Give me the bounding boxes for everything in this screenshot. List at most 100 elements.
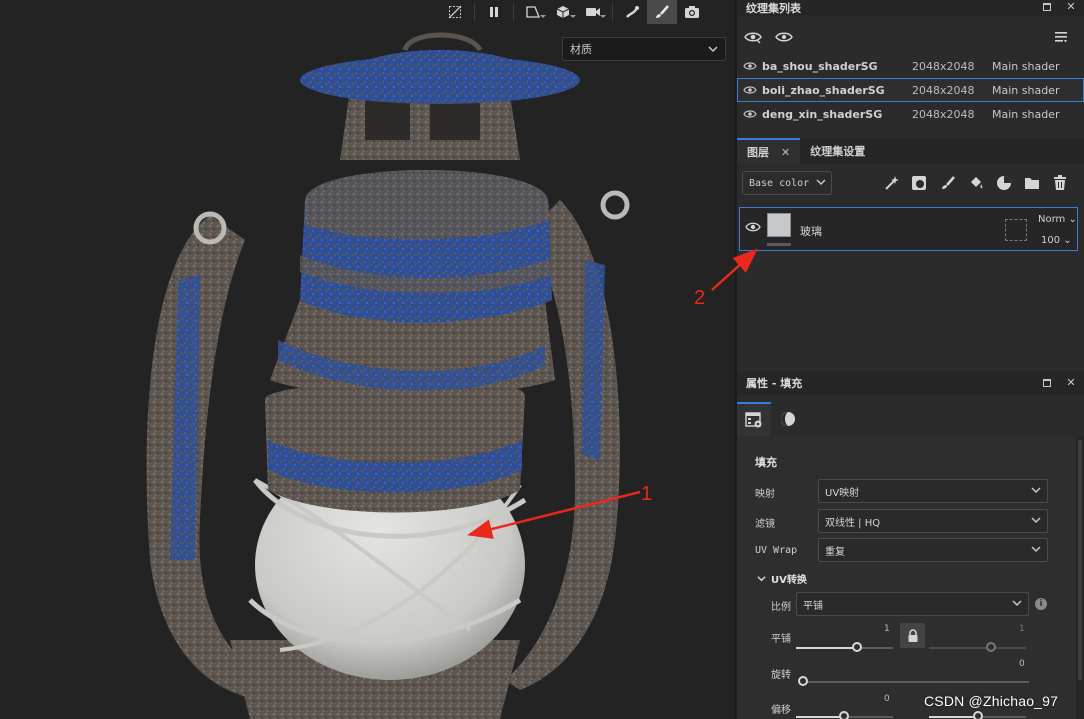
pause-icon[interactable] — [479, 0, 509, 24]
add-mask-icon[interactable] — [910, 174, 928, 192]
mapping-select[interactable]: UV映射 — [818, 479, 1048, 503]
close-tab-icon[interactable]: ✕ — [781, 146, 790, 159]
tile-v-slider-handle[interactable] — [986, 642, 996, 652]
tile-u-slider-fill — [796, 647, 856, 649]
add-paint-layer-icon[interactable] — [939, 174, 957, 192]
layer-mask-slot[interactable] — [1005, 219, 1027, 241]
uv-wrap-value: 重复 — [825, 546, 845, 558]
offset-label: 偏移 — [771, 705, 791, 716]
material-select-label: 材质 — [570, 43, 592, 56]
paintbrush-icon[interactable] — [647, 0, 677, 24]
filter-select[interactable]: 双线性 | HQ — [818, 509, 1048, 533]
scale-mode-select[interactable]: 平铺 — [796, 592, 1029, 616]
folder-icon[interactable] — [1023, 174, 1041, 192]
chevron-down-icon — [1031, 485, 1041, 498]
info-icon[interactable]: i — [1035, 598, 1047, 610]
offset-v-slider-handle[interactable] — [973, 711, 983, 719]
texture-set-row[interactable]: deng_xin_shaderSG 2048x2048 Main shader — [737, 102, 1084, 126]
offset-u-slider-handle[interactable] — [839, 711, 849, 719]
scale-mode-value: 平铺 — [803, 600, 823, 612]
chevron-down-icon — [1031, 515, 1041, 528]
material-sphere-icon — [781, 412, 795, 426]
layers-tab-bar: 图层 ✕ 纹理集设置 — [737, 138, 1084, 164]
add-smart-material-icon[interactable] — [995, 174, 1013, 192]
material-select[interactable]: 材质 — [562, 37, 726, 61]
scale-label: 比例 — [771, 602, 791, 613]
lantern-render — [146, 32, 630, 719]
blend-mode-value: Norm — [1038, 214, 1066, 225]
texture-set-shader: Main shader — [992, 83, 1060, 97]
fill-section-heading: 填充 — [755, 456, 777, 469]
3d-viewport[interactable]: 材质 — [0, 0, 735, 719]
tab-layers-label: 图层 — [747, 146, 769, 159]
eye-icon[interactable] — [775, 30, 793, 47]
add-effect-wand-icon[interactable] — [883, 174, 901, 192]
uv-wrap-select[interactable]: 重复 — [818, 538, 1048, 562]
uv-wrap-label: UV Wrap — [755, 545, 798, 556]
tab-fill-settings[interactable] — [737, 402, 771, 436]
cube-icon[interactable] — [548, 0, 578, 24]
tile-u-slider-handle[interactable] — [852, 642, 862, 652]
opacity-select[interactable]: 100 ⌄ — [1041, 235, 1072, 246]
offset-u-slider-fill — [796, 716, 840, 718]
tab-material[interactable] — [771, 402, 805, 436]
layer-row[interactable]: 玻璃 Norm ⌄ 100 ⌄ — [739, 207, 1078, 251]
video-icon[interactable] — [578, 0, 608, 24]
texture-set-name: boli_zhao_shaderSG — [762, 83, 885, 97]
uv-transform-heading[interactable]: UV转换 — [771, 571, 807, 586]
channel-select-value: Base color — [749, 177, 810, 189]
screenshot-icon[interactable] — [677, 0, 707, 24]
chevron-down-icon — [1012, 598, 1022, 611]
texture-set-name: deng_xin_shaderSG — [762, 107, 883, 121]
blend-mode-select[interactable]: Norm ⌄ — [1038, 214, 1077, 225]
layer-name[interactable]: 玻璃 — [800, 223, 822, 239]
hide-ui-icon[interactable] — [440, 0, 470, 24]
properties-scrollbar[interactable] — [1076, 436, 1084, 719]
layer-visibility-eye-icon[interactable] — [745, 221, 761, 236]
lock-icon — [908, 628, 917, 642]
watermark: CSDN @Zhichao_97 — [924, 693, 1059, 709]
brush-stroke-icon[interactable] — [617, 0, 647, 24]
layer-thumbnail[interactable] — [767, 213, 791, 237]
float-panel-icon[interactable] — [1042, 378, 1052, 388]
close-icon[interactable]: ✕ — [1066, 1, 1076, 12]
channel-select[interactable]: Base color — [742, 171, 832, 195]
lock-ratio-button[interactable] — [900, 623, 925, 648]
texture-set-toolbar — [737, 24, 1084, 52]
texture-set-resolution: 2048x2048 — [912, 59, 975, 73]
toolbar-divider — [612, 3, 613, 21]
chevron-down-icon — [708, 44, 718, 57]
visibility-eye-icon[interactable] — [738, 109, 762, 119]
filter-value: 双线性 | HQ — [825, 517, 881, 529]
layer-toolbar: Base color — [737, 168, 1084, 198]
tile-v-slider-track[interactable] — [929, 647, 1026, 649]
rotation-slider-handle[interactable] — [798, 676, 808, 686]
camera-view-icon[interactable] — [518, 0, 548, 24]
properties-body: 填充 映射 UV映射 滤镜 双线性 | HQ UV Wrap 重复 UV转换 比… — [737, 436, 1076, 719]
visibility-eye-icon[interactable] — [738, 85, 762, 95]
collapse-chevron-icon[interactable] — [757, 573, 766, 586]
texture-set-resolution: 2048x2048 — [912, 83, 975, 97]
float-panel-icon[interactable] — [1042, 2, 1052, 12]
eye-toggle-icon[interactable] — [744, 30, 762, 47]
toolbar-divider — [513, 3, 514, 21]
list-menu-icon[interactable] — [1054, 30, 1068, 47]
rotation-value: 0 — [1019, 659, 1025, 669]
texture-set-row[interactable]: ba_shou_shaderSG 2048x2048 Main shader — [737, 54, 1084, 78]
properties-header: 属性 - 填充 ✕ — [737, 371, 1084, 395]
panel-title: 纹理集列表 — [746, 2, 801, 15]
layer-thumbnail-indicator — [767, 243, 791, 246]
tile-v-value: 1 — [1019, 624, 1025, 634]
close-icon[interactable]: ✕ — [1066, 377, 1076, 388]
add-fill-layer-icon[interactable] — [967, 174, 985, 192]
opacity-value: 100 — [1041, 235, 1061, 246]
tab-layers[interactable]: 图层 ✕ — [737, 138, 801, 164]
texture-set-row[interactable]: boli_zhao_shaderSG 2048x2048 Main shader — [737, 78, 1084, 102]
tab-texture-set-settings[interactable]: 纹理集设置 — [800, 138, 875, 164]
rotation-slider-track[interactable] — [803, 681, 1029, 683]
visibility-eye-icon[interactable] — [738, 61, 762, 71]
texture-set-shader: Main shader — [992, 107, 1060, 121]
texture-set-list-header: 纹理集列表 ✕ — [737, 0, 1084, 16]
delete-icon[interactable] — [1051, 174, 1069, 192]
properties-tabs — [737, 402, 805, 436]
